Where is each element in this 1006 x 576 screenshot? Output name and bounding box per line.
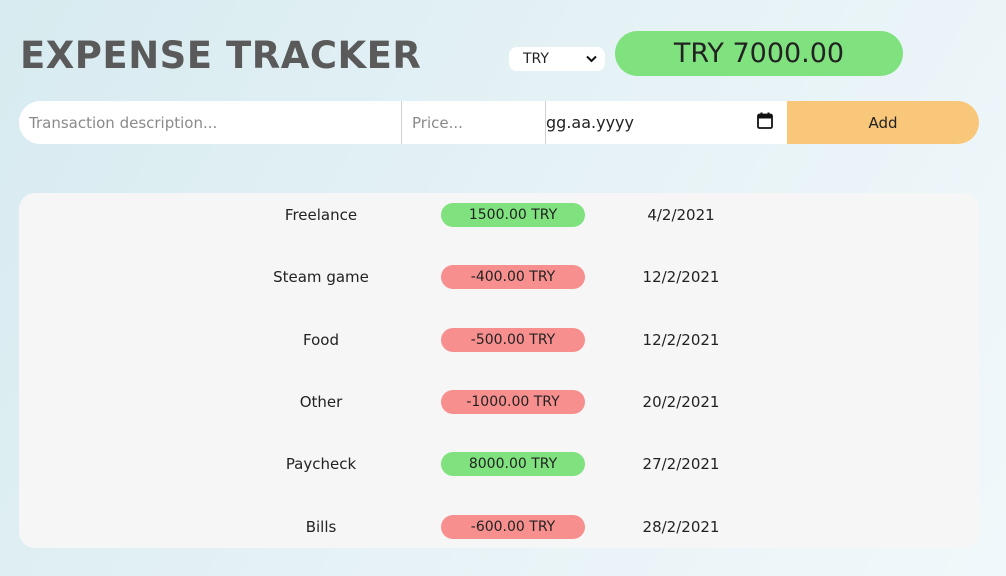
transaction-amount-badge: 1500.00 TRY <box>441 203 585 227</box>
transaction-description: Steam game <box>273 268 369 286</box>
page-title: EXPENSE TRACKER <box>20 34 422 77</box>
balance-display: TRY 7000.00 <box>615 31 903 76</box>
transaction-row: Other -1000.00 TRY 20/2/2021 <box>19 390 979 414</box>
date-input-placeholder: gg.aa.yyyy <box>546 113 634 132</box>
transaction-description: Bills <box>305 518 337 536</box>
transaction-form: Transaction description... Price... gg.a… <box>19 101 979 144</box>
transaction-amount-badge: -500.00 TRY <box>441 328 585 352</box>
date-input[interactable]: gg.aa.yyyy <box>546 101 787 144</box>
transaction-date: 12/2/2021 <box>642 331 720 349</box>
calendar-icon[interactable] <box>757 112 773 133</box>
transaction-list: Freelance 1500.00 TRY 4/2/2021 Steam game -4… <box>19 193 979 548</box>
transaction-row: Paycheck 8000.00 TRY 27/2/2021 <box>19 452 979 476</box>
transaction-description: Paycheck <box>285 455 357 473</box>
transaction-date: 27/2/2021 <box>642 455 720 473</box>
transaction-date: 28/2/2021 <box>642 518 720 536</box>
transaction-date: 4/2/2021 <box>647 206 715 224</box>
transaction-description: Freelance <box>284 206 358 224</box>
chevron-down-icon <box>585 53 597 65</box>
price-input[interactable]: Price... <box>402 101 546 144</box>
transaction-date: 20/2/2021 <box>642 393 720 411</box>
transaction-row: Bills -600.00 TRY 28/2/2021 <box>19 515 979 539</box>
currency-select-value: TRY <box>523 51 549 67</box>
description-input[interactable]: Transaction description... <box>19 101 402 144</box>
transaction-amount-badge: -1000.00 TRY <box>441 390 585 414</box>
currency-select[interactable]: TRY <box>509 47 605 71</box>
transaction-description: Other <box>299 393 343 411</box>
transaction-row: Food -500.00 TRY 12/2/2021 <box>19 328 979 352</box>
transaction-description: Food <box>303 331 339 349</box>
add-button[interactable]: Add <box>787 101 979 144</box>
transaction-amount-badge: -600.00 TRY <box>441 515 585 539</box>
transaction-amount-badge: 8000.00 TRY <box>441 452 585 476</box>
transaction-amount-badge: -400.00 TRY <box>441 265 585 289</box>
transaction-row: Steam game -400.00 TRY 12/2/2021 <box>19 265 979 289</box>
transaction-date: 12/2/2021 <box>642 268 720 286</box>
transaction-row: Freelance 1500.00 TRY 4/2/2021 <box>19 203 979 227</box>
